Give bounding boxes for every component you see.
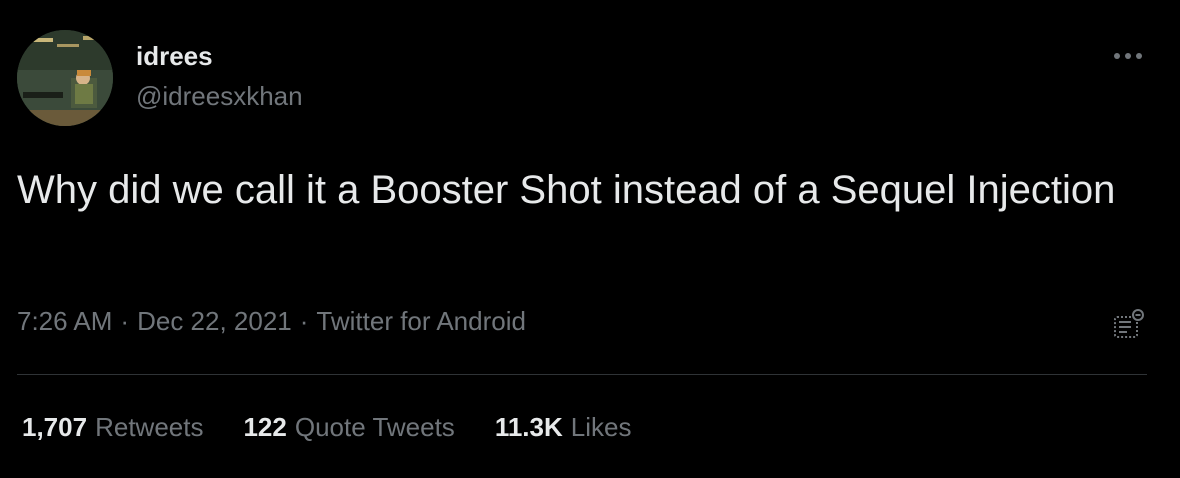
avatar-image [17,30,113,126]
tweet-card: idrees @idreesxkhan Why did we call it a… [0,0,1180,478]
retweets-stat[interactable]: 1,707 Retweets [22,411,203,443]
more-horizontal-icon [1114,53,1142,59]
tweet-text: Why did we call it a Booster Shot instea… [17,168,1116,212]
likes-count: 11.3K [494,412,563,442]
tweet-date[interactable]: Dec 22, 2021 [137,305,292,337]
more-options-button[interactable] [1108,40,1148,72]
separator: · [299,306,309,336]
avatar[interactable] [17,30,113,126]
tweet-time[interactable]: 7:26 AM [17,305,112,337]
quote-tweets-label: Quote Tweets [294,412,455,442]
quote-tweets-stat[interactable]: 122 Quote Tweets [243,411,454,443]
tweet-source[interactable]: Twitter for Android [316,305,526,337]
separator: · [120,306,130,336]
analytics-icon [1114,309,1144,338]
likes-label: Likes [570,412,632,442]
author-handle[interactable]: @idreesxkhan [136,80,303,112]
retweets-label: Retweets [95,412,204,442]
tweet-metadata: 7:26 AM · Dec 22, 2021 · Twitter for And… [17,305,526,337]
author-display-name[interactable]: idrees [136,40,213,72]
likes-stat[interactable]: 11.3K Likes [495,411,632,443]
analytics-button[interactable] [1106,304,1150,344]
divider [17,374,1147,375]
quote-tweets-count: 122 [243,412,287,442]
retweets-count: 1,707 [22,412,88,442]
tweet-stats: 1,707 Retweets 122 Quote Tweets 11.3K Likes [22,411,631,443]
